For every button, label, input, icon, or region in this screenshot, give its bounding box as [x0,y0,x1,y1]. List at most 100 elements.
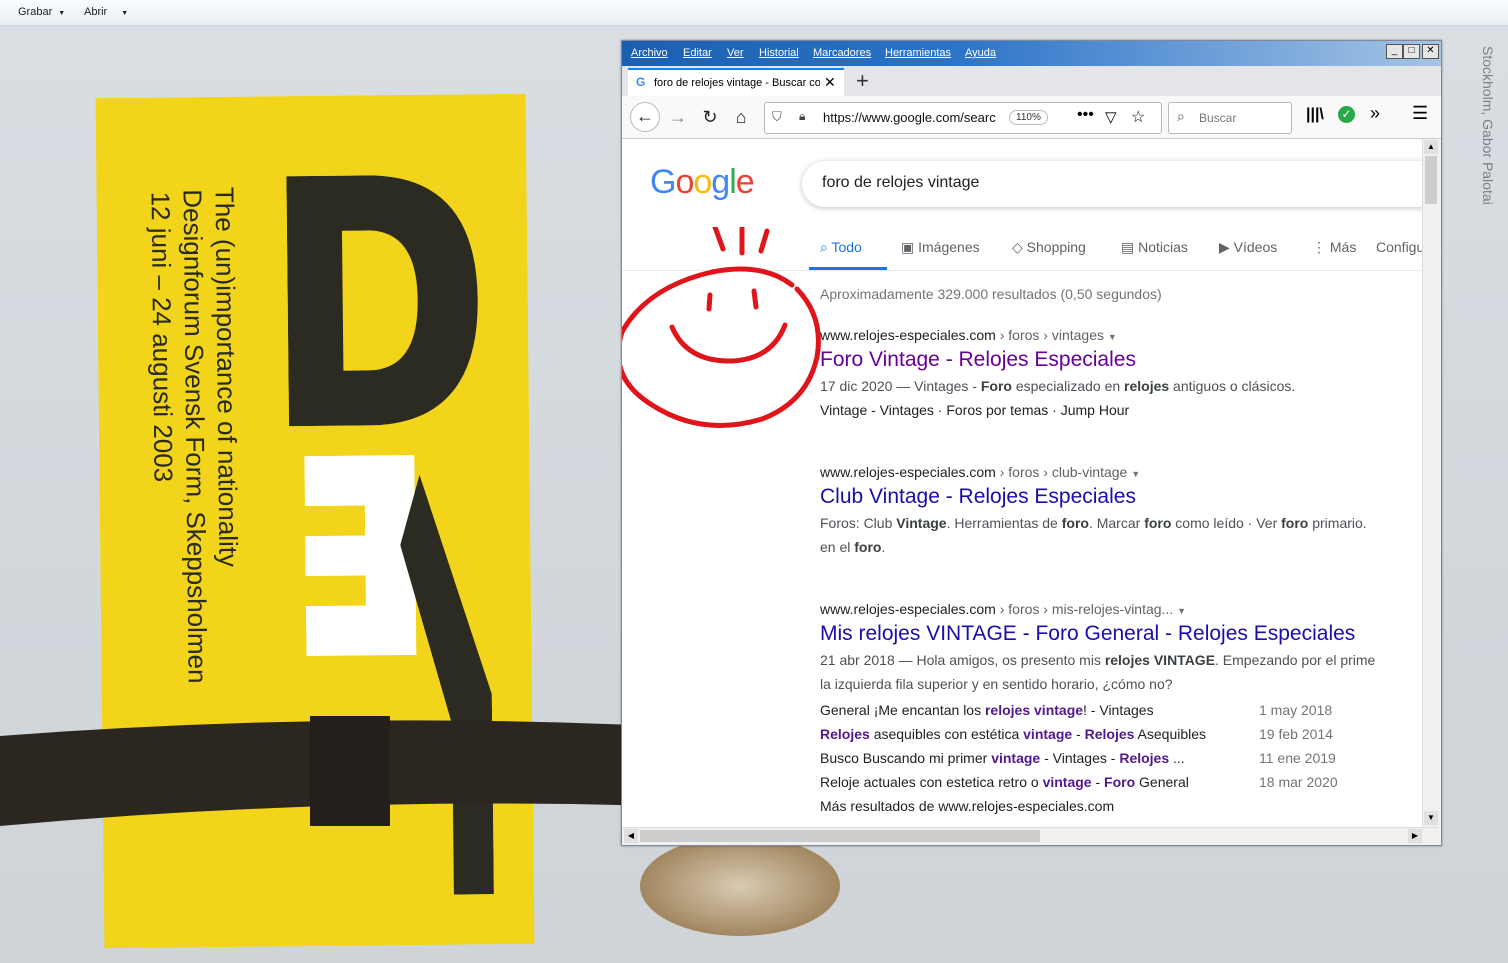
scroll-up-icon[interactable]: ▲ [1424,140,1438,154]
home-button[interactable]: ⌂ [727,104,755,130]
vertical-scrollbar[interactable]: ▲ ▼ [1422,139,1440,827]
tab-configuracion[interactable]: Configu [1376,239,1422,255]
navigation-toolbar: ← → ↻ ⌂ ⛉ 🔒︎ https://www.google.com/sear… [622,96,1441,139]
sublinks-table: General ¡Me encantan los relojes vintage… [820,702,1422,814]
result-breadcrumb: › foros › mis-relojes-vintag... [995,601,1174,617]
lock-icon[interactable]: 🔒︎ [799,109,805,124]
result-cite[interactable]: www.relojes-especiales.com › foros › mis… [820,601,1422,617]
google-search-input[interactable]: foro de relojes vintage [802,161,1422,207]
sublink-date: 19 feb 2014 [1259,726,1333,742]
close-window-button[interactable]: ✕ [1422,44,1439,59]
tab-title: foro de relojes vintage - Buscar co [654,77,820,89]
sublink[interactable]: Busco Buscando mi primer vintage - Vinta… [820,750,1185,766]
browser-menubar: Archivo Editar Ver Historial Marcadores … [622,41,1441,66]
result-sitelinks[interactable]: Vintage - Vintages · Foros por temas · J… [820,398,1422,422]
open-menu[interactable]: Abrir ▼ [84,6,128,18]
sublink[interactable]: Reloje actuales con estetica retro o vin… [820,774,1189,790]
menu-ver[interactable]: Ver [727,47,744,59]
hamburger-menu-icon[interactable]: ☰ [1412,103,1428,124]
tag-icon: ◇ [1012,239,1027,255]
google-logo[interactable]: Google [650,163,755,202]
menu-ayuda[interactable]: Ayuda [965,47,996,59]
poster-letter-m [400,474,494,895]
maximize-button[interactable]: □ [1403,44,1420,59]
shield-icon[interactable]: ⛉ [772,109,782,125]
minimize-button[interactable]: _ [1386,44,1403,59]
tab-imagenes-label: Imágenes [918,239,980,255]
menu-archivo[interactable]: Archivo [631,47,668,59]
chevron-down-icon[interactable]: ▼ [1177,606,1186,616]
result-stats: Aproximadamente 329.000 resultados (0,50… [820,286,1162,302]
reload-button[interactable]: ↻ [696,104,724,130]
result-title-link[interactable]: Mis relojes VINTAGE - Foro General - Rel… [820,622,1422,646]
tab-videos-label: Vídeos [1233,239,1278,255]
google-favicon-icon: G [636,75,646,89]
overflow-chevron-icon[interactable]: » [1370,103,1380,124]
app-toolbar: Grabar ▼ Abrir ▼ [0,0,1508,26]
browser-window: Archivo Editar Ver Historial Marcadores … [621,40,1442,846]
url-text: https://www.google.com/searc [823,110,996,125]
sublink-date: 1 may 2018 [1259,702,1333,718]
menu-historial[interactable]: Historial [759,47,799,59]
tab-videos[interactable]: ▶ Vídeos [1219,239,1277,256]
sublink[interactable]: General ¡Me encantan los relojes vintage… [820,702,1154,718]
library-icon[interactable]: |||\ [1306,106,1324,124]
back-button[interactable]: ← [630,102,660,132]
bookmark-star-icon[interactable]: ☆ [1131,107,1145,127]
sublink[interactable]: Relojes asequibles con estética vintage … [820,726,1206,742]
tab-todo-label: Todo [831,239,862,255]
result-snippet: 17 dic 2020 — Vintages - Foro especializ… [820,378,1296,394]
search-result: www.relojes-especiales.com › foros › clu… [820,464,1422,559]
vertical-scroll-thumb[interactable] [1425,156,1437,204]
result-domain: www.relojes-especiales.com [820,327,996,343]
sublink-date: 11 ene 2019 [1259,750,1336,766]
tab-shopping[interactable]: ◇ Shopping [1012,239,1086,256]
horizontal-scrollbar[interactable]: ◀ ▶ [622,827,1439,845]
result-cite[interactable]: www.relojes-especiales.com › foros › clu… [820,464,1422,480]
sublink-date: 18 mar 2020 [1259,774,1338,790]
pocket-icon[interactable]: ▽ [1105,108,1117,126]
side-caption: Stockholm, Gabor Palotai [1480,46,1496,205]
search-result: www.relojes-especiales.com › foros › mis… [820,601,1422,814]
save-menu-label: Grabar [18,6,53,18]
result-cite[interactable]: www.relojes-especiales.com › foros › vin… [820,327,1422,343]
menu-marcadores[interactable]: Marcadores [813,47,871,59]
result-snippet: Foros: Club Vintage. Herramientas de for… [820,515,1367,531]
scroll-left-icon[interactable]: ◀ [624,829,638,843]
extension-check-icon[interactable]: ✓ [1338,106,1355,123]
news-icon: ▤ [1121,239,1139,255]
forward-button[interactable]: → [664,104,692,130]
new-tab-button[interactable]: + [856,68,869,94]
more-results-link[interactable]: Más resultados de www.relojes-especiales… [820,798,1114,814]
horizontal-scroll-thumb[interactable] [640,830,1040,842]
zoom-badge[interactable]: 110% [1009,110,1048,125]
tab-noticias-label: Noticias [1138,239,1188,255]
poster-line-1: The (un)importance of nationality [209,186,244,568]
chevron-down-icon: ▼ [121,10,129,17]
scroll-down-icon[interactable]: ▼ [1424,811,1438,825]
save-menu[interactable]: Grabar ▼ [18,6,65,18]
menu-editar[interactable]: Editar [683,47,712,59]
close-tab-icon[interactable]: ✕ [824,74,836,91]
tab-mas[interactable]: ⋮ Más [1312,239,1356,256]
poster-letter-d [286,175,478,427]
more-vert-icon: ⋮ [1312,239,1330,255]
search-placeholder: Buscar [1199,111,1237,125]
tab-imagenes[interactable]: ▣ Imágenes [901,239,980,256]
result-snippet-continued: en el foro. [820,539,886,555]
browser-tab[interactable]: G foro de relojes vintage - Buscar co ✕ [628,68,844,96]
result-domain: www.relojes-especiales.com [820,464,996,480]
result-title-link[interactable]: Foro Vintage - Relojes Especiales [820,348,1422,372]
menu-herramientas[interactable]: Herramientas [885,47,951,59]
play-icon: ▶ [1219,239,1234,255]
chevron-down-icon[interactable]: ▼ [1108,332,1117,342]
scroll-right-icon[interactable]: ▶ [1408,829,1422,843]
chevron-down-icon[interactable]: ▼ [1131,469,1140,479]
address-bar[interactable]: ⛉ 🔒︎ https://www.google.com/searc 110% •… [764,102,1162,134]
result-title-link[interactable]: Club Vintage - Relojes Especiales [820,485,1422,509]
more-actions-icon[interactable]: ••• [1077,106,1094,124]
watch-strap [0,716,660,826]
tab-noticias[interactable]: ▤ Noticias [1121,239,1188,256]
smiley-annotation-icon [622,227,821,428]
browser-search-box[interactable]: ⌕ Buscar [1168,102,1292,134]
